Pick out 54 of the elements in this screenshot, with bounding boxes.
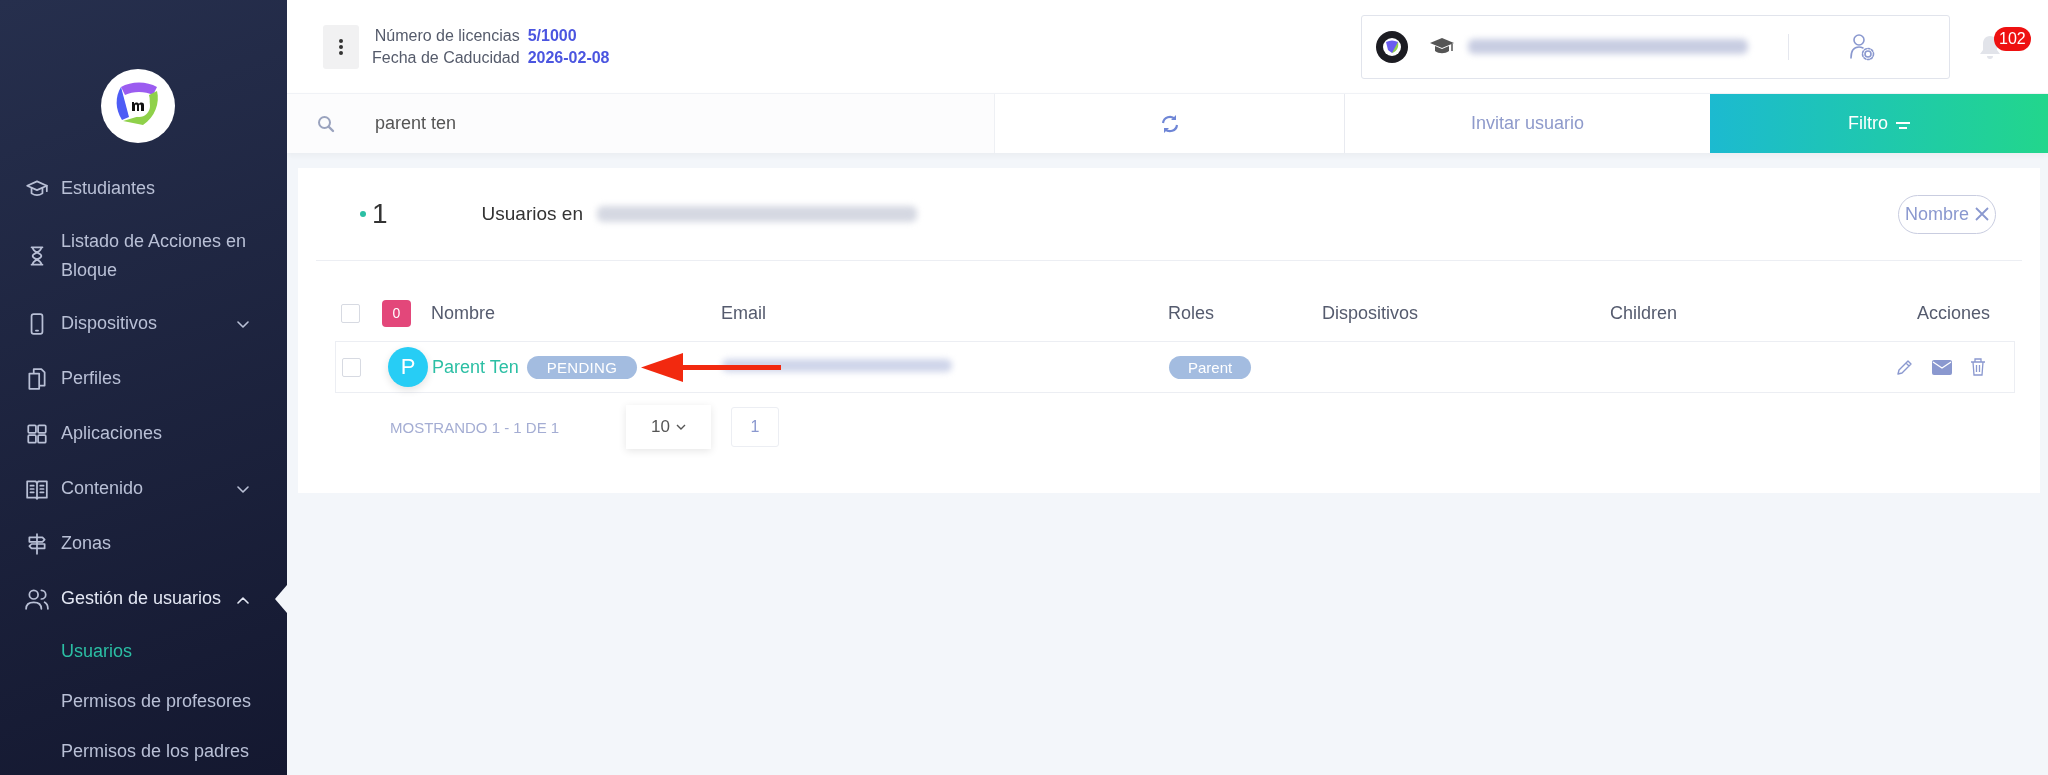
menu-button[interactable]	[323, 24, 359, 69]
edit-icon[interactable]	[1896, 358, 1914, 376]
sidebar-item[interactable]: Perfiles	[0, 351, 287, 406]
row-checkbox[interactable]	[342, 357, 361, 377]
sidebar-item[interactable]: Estudiantes	[0, 161, 287, 216]
trash-icon[interactable]	[1970, 358, 1986, 376]
column-header: Roles	[1168, 302, 1216, 324]
signpost-icon	[25, 531, 49, 556]
search-icon	[317, 114, 335, 133]
chevron-icon	[237, 486, 249, 494]
logo-icon	[1376, 30, 1408, 63]
column-header: Children	[1610, 302, 1679, 324]
role-badge: Parent	[1169, 355, 1252, 379]
sidebar-item[interactable]: Gestión de usuarios	[0, 571, 287, 626]
user-settings-icon	[1849, 32, 1875, 61]
column-header: Email	[721, 302, 767, 324]
search-field[interactable]: parent ten	[375, 109, 925, 138]
notification-badge: 102	[1994, 26, 2031, 51]
sidebar-item[interactable]: Aplicaciones	[0, 406, 287, 461]
active-indicator	[275, 584, 287, 613]
school-selector[interactable]	[1361, 14, 1950, 79]
users-icon	[25, 586, 49, 611]
column-header: Acciones	[1915, 302, 1991, 324]
sidebar-subitem[interactable]: Usuarios	[0, 626, 287, 676]
avatar: P	[388, 347, 428, 387]
expiry-label: Fecha de Caducidad	[372, 48, 520, 67]
selected-count-badge: 0	[382, 299, 411, 327]
sidebar-item[interactable]: Contenido	[0, 461, 287, 516]
documents-icon	[25, 366, 49, 391]
user-count: 1	[372, 198, 388, 230]
licenses-label: Número de licencias	[373, 26, 520, 45]
panel-title: Usuarios en	[481, 203, 583, 225]
refresh-icon	[1159, 113, 1180, 134]
sidebar-subitem[interactable]: Permisos de los padres	[0, 726, 287, 775]
column-header: Nombre	[431, 302, 497, 324]
select-all-checkbox[interactable]	[341, 303, 360, 323]
chevron-icon	[237, 596, 249, 604]
chevron-icon	[675, 424, 686, 430]
licenses-value: 5/1000	[527, 26, 578, 45]
grid-icon	[25, 421, 49, 446]
sidebar-item[interactable]: Listado de Acciones en Bloque	[0, 216, 287, 296]
status-badge: PENDING	[526, 355, 638, 379]
page-size-select[interactable]: 10	[626, 405, 711, 449]
sidebar-item[interactable]: Zonas	[0, 516, 287, 571]
sidebar-subitem[interactable]: Permisos de profesores	[0, 676, 287, 726]
column-header: Dispositivos	[1322, 302, 1420, 324]
close-icon	[1975, 207, 1989, 221]
kebab-icon	[339, 38, 343, 55]
bell-icon[interactable]	[1978, 33, 2002, 60]
expiry-value: 2026-02-08	[527, 48, 610, 67]
mail-icon[interactable]	[1932, 359, 1952, 375]
pagination-info: MOSTRANDO 1 - 1 DE 1	[390, 418, 561, 436]
chevron-icon	[237, 321, 249, 329]
sidebar-item[interactable]: Dispositivos	[0, 296, 287, 351]
